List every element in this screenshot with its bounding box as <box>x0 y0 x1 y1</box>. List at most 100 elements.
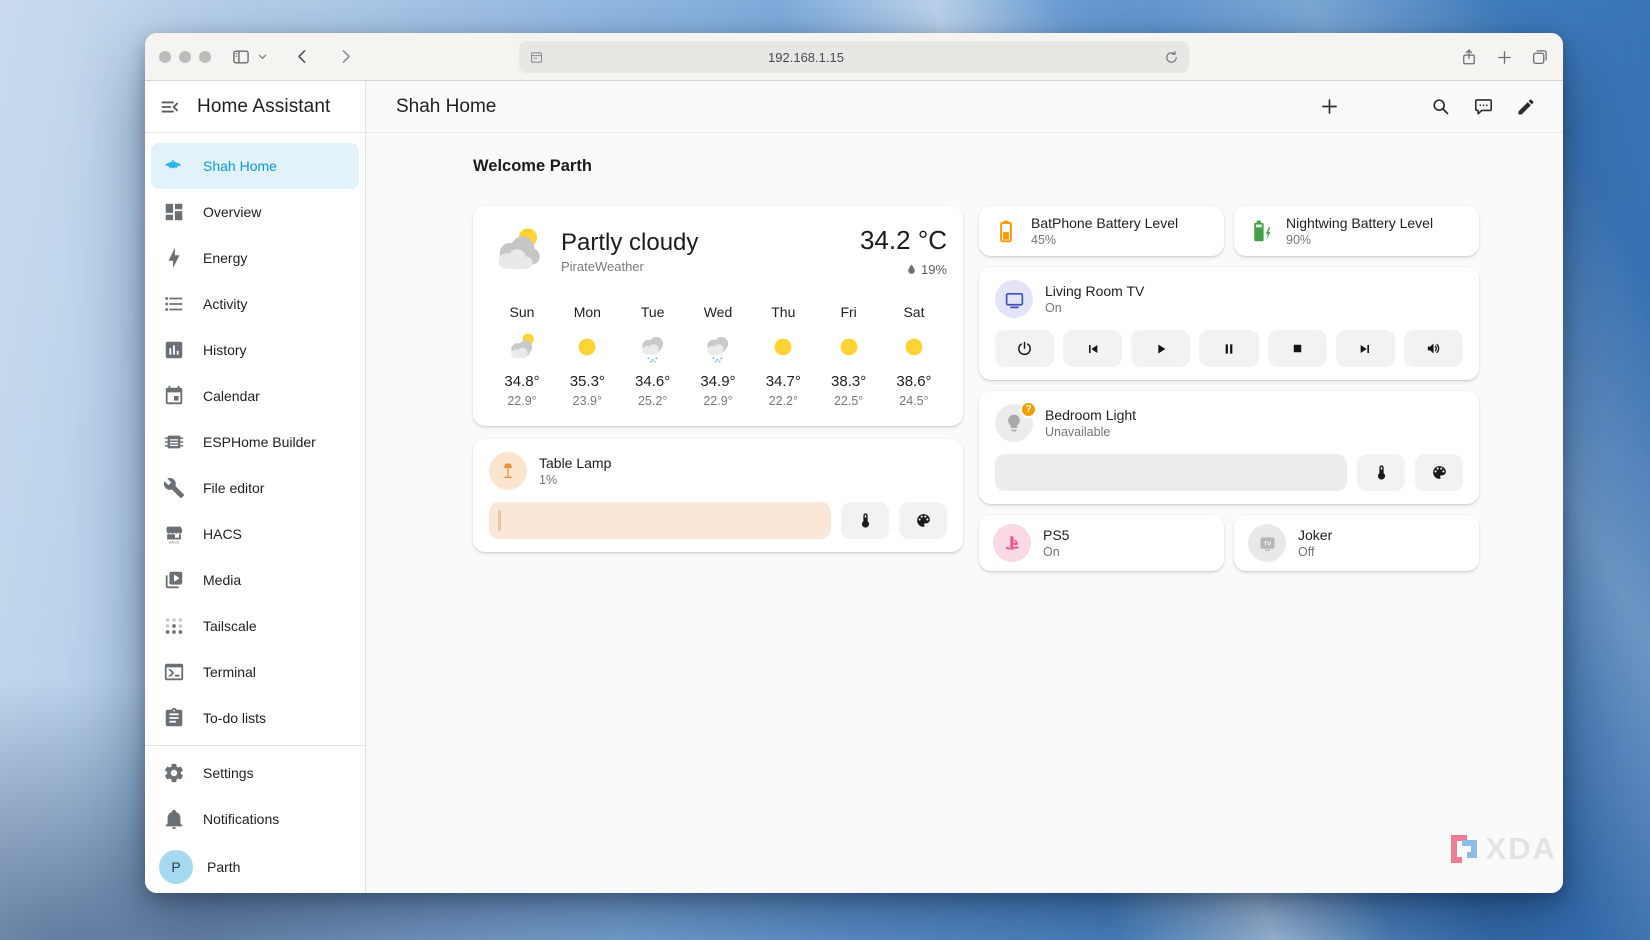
palette-button[interactable] <box>899 502 947 539</box>
pause-button[interactable] <box>1199 330 1258 367</box>
thermometer-button[interactable] <box>841 502 889 539</box>
skip-previous-button[interactable] <box>1063 330 1122 367</box>
sidebar-item-tailscale[interactable]: Tailscale <box>151 603 359 649</box>
sidebar-item-settings[interactable]: Settings <box>151 750 359 796</box>
batphone-battery-card[interactable]: BatPhone Battery Level 45% <box>979 206 1224 256</box>
search-icon[interactable] <box>1430 96 1451 117</box>
plus-icon[interactable] <box>1319 96 1340 117</box>
bulb-icon[interactable]: ? <box>995 404 1033 442</box>
sidebar-item-label: Shah Home <box>203 158 277 174</box>
sunny-icon <box>818 327 880 367</box>
assist-icon[interactable] <box>1473 96 1494 117</box>
stop-button[interactable] <box>1268 330 1327 367</box>
sidebar: Home Assistant Shah Home Overview <box>145 81 366 893</box>
chart-box-icon <box>163 339 185 361</box>
gear-icon <box>163 762 185 784</box>
xda-logo-icon <box>1445 832 1483 866</box>
palette-icon <box>1431 464 1448 481</box>
tile-state: Off <box>1298 545 1332 559</box>
list-icon <box>163 293 185 315</box>
joker-card[interactable]: TV Joker Off <box>1234 515 1479 571</box>
sidebar-item-file-editor[interactable]: File editor <box>151 465 359 511</box>
brightness-slider[interactable] <box>489 502 831 539</box>
new-tab-icon[interactable] <box>1496 49 1513 66</box>
forecast-day: Thu 34.7° 22.2° <box>752 304 814 408</box>
sidebar-item-terminal[interactable]: Terminal <box>151 649 359 695</box>
sunny-icon <box>752 327 814 367</box>
forecast-day: Sun 34.8° 22.9° <box>491 304 553 408</box>
ps5-card[interactable]: PS5 On <box>979 515 1224 571</box>
sidebar-item-energy[interactable]: Energy <box>151 235 359 281</box>
sidebar-item-overview[interactable]: Overview <box>151 189 359 235</box>
sidebar-item-notifications[interactable]: Notifications <box>151 796 359 842</box>
weather-unit: °C <box>918 225 947 255</box>
sidebar-item-label: Overview <box>203 204 261 220</box>
tabs-icon[interactable] <box>1531 48 1549 66</box>
xda-text: XDA <box>1486 831 1557 867</box>
weather-card[interactable]: Partly cloudy PirateWeather 34.2 °C <box>473 206 963 426</box>
sidebar-item-label: File editor <box>203 480 264 496</box>
humidity-icon <box>905 263 918 276</box>
sidebar-item-calendar[interactable]: Calendar <box>151 373 359 419</box>
lamp-icon[interactable] <box>489 452 527 490</box>
palette-button[interactable] <box>1415 454 1463 491</box>
power-button[interactable] <box>995 330 1054 367</box>
window-controls[interactable] <box>159 51 211 63</box>
sidebar-divider <box>145 745 365 746</box>
clipboard-icon <box>163 707 185 729</box>
play-button[interactable] <box>1131 330 1190 367</box>
sidebar-item-history[interactable]: History <box>151 327 359 373</box>
partly-cloudy-icon <box>489 222 547 280</box>
sidebar-item-activity[interactable]: Activity <box>151 281 359 327</box>
weather-condition: Partly cloudy <box>561 229 698 257</box>
tile-name: Bedroom Light <box>1045 407 1136 423</box>
main-area: Shah Home <box>366 81 1563 893</box>
sidebar-item-label: Energy <box>203 250 247 266</box>
browser-toolbar: 192.168.1.15 <box>145 33 1563 81</box>
back-icon[interactable] <box>294 48 311 65</box>
tv-icon[interactable] <box>995 280 1033 318</box>
brightness-slider[interactable] <box>995 454 1347 491</box>
minimize-window-icon[interactable] <box>179 51 191 63</box>
humidity-value: 19% <box>921 262 947 277</box>
sidebar-item-esphome[interactable]: ESPHome Builder <box>151 419 359 465</box>
sidebar-item-hacs[interactable]: HACS HACS <box>151 511 359 557</box>
forecast-day: Wed 34.9° 22.9° <box>687 304 749 408</box>
zoom-window-icon[interactable] <box>199 51 211 63</box>
sidebar-item-todo[interactable]: To-do lists <box>151 695 359 741</box>
avatar: P <box>159 850 193 884</box>
unavailable-badge: ? <box>1020 401 1037 418</box>
tile-state: Unavailable <box>1045 425 1136 439</box>
media-controls <box>995 330 1463 367</box>
palette-icon <box>915 512 932 529</box>
sidebar-item-shah-home[interactable]: Shah Home <box>151 143 359 189</box>
bell-icon <box>163 808 185 830</box>
thermometer-button[interactable] <box>1357 454 1405 491</box>
thermometer-icon <box>857 512 874 529</box>
address-bar[interactable]: 192.168.1.15 <box>519 41 1189 73</box>
sidebar-nav: Shah Home Overview Energy <box>145 133 365 893</box>
tile-name: Table Lamp <box>539 455 611 471</box>
forecast-day: Mon 35.3° 23.9° <box>556 304 618 408</box>
close-window-icon[interactable] <box>159 51 171 63</box>
forward-icon[interactable] <box>337 48 354 65</box>
sidebar-item-user[interactable]: P Parth <box>151 842 359 892</box>
tailscale-icon <box>163 615 185 637</box>
sidebar-toggle-icon[interactable] <box>231 47 251 67</box>
chevron-down-icon[interactable] <box>257 51 268 62</box>
tile-name: Living Room TV <box>1045 283 1144 299</box>
skip-next-button[interactable] <box>1336 330 1395 367</box>
nightwing-battery-card[interactable]: Nightwing Battery Level 90% <box>1234 206 1479 256</box>
volume-button[interactable] <box>1404 330 1463 367</box>
living-room-tv-card: Living Room TV On <box>979 267 1479 380</box>
tile-state: 1% <box>539 473 611 487</box>
sidebar-header: Home Assistant <box>145 81 365 133</box>
reload-icon[interactable] <box>1164 50 1179 65</box>
share-icon[interactable] <box>1460 48 1478 66</box>
menu-open-icon[interactable] <box>159 96 181 118</box>
edit-icon[interactable] <box>1516 97 1536 117</box>
page-icon <box>529 50 544 65</box>
tv-box-icon[interactable]: TV <box>1248 524 1286 562</box>
playstation-icon[interactable] <box>993 524 1031 562</box>
sidebar-item-media[interactable]: Media <box>151 557 359 603</box>
